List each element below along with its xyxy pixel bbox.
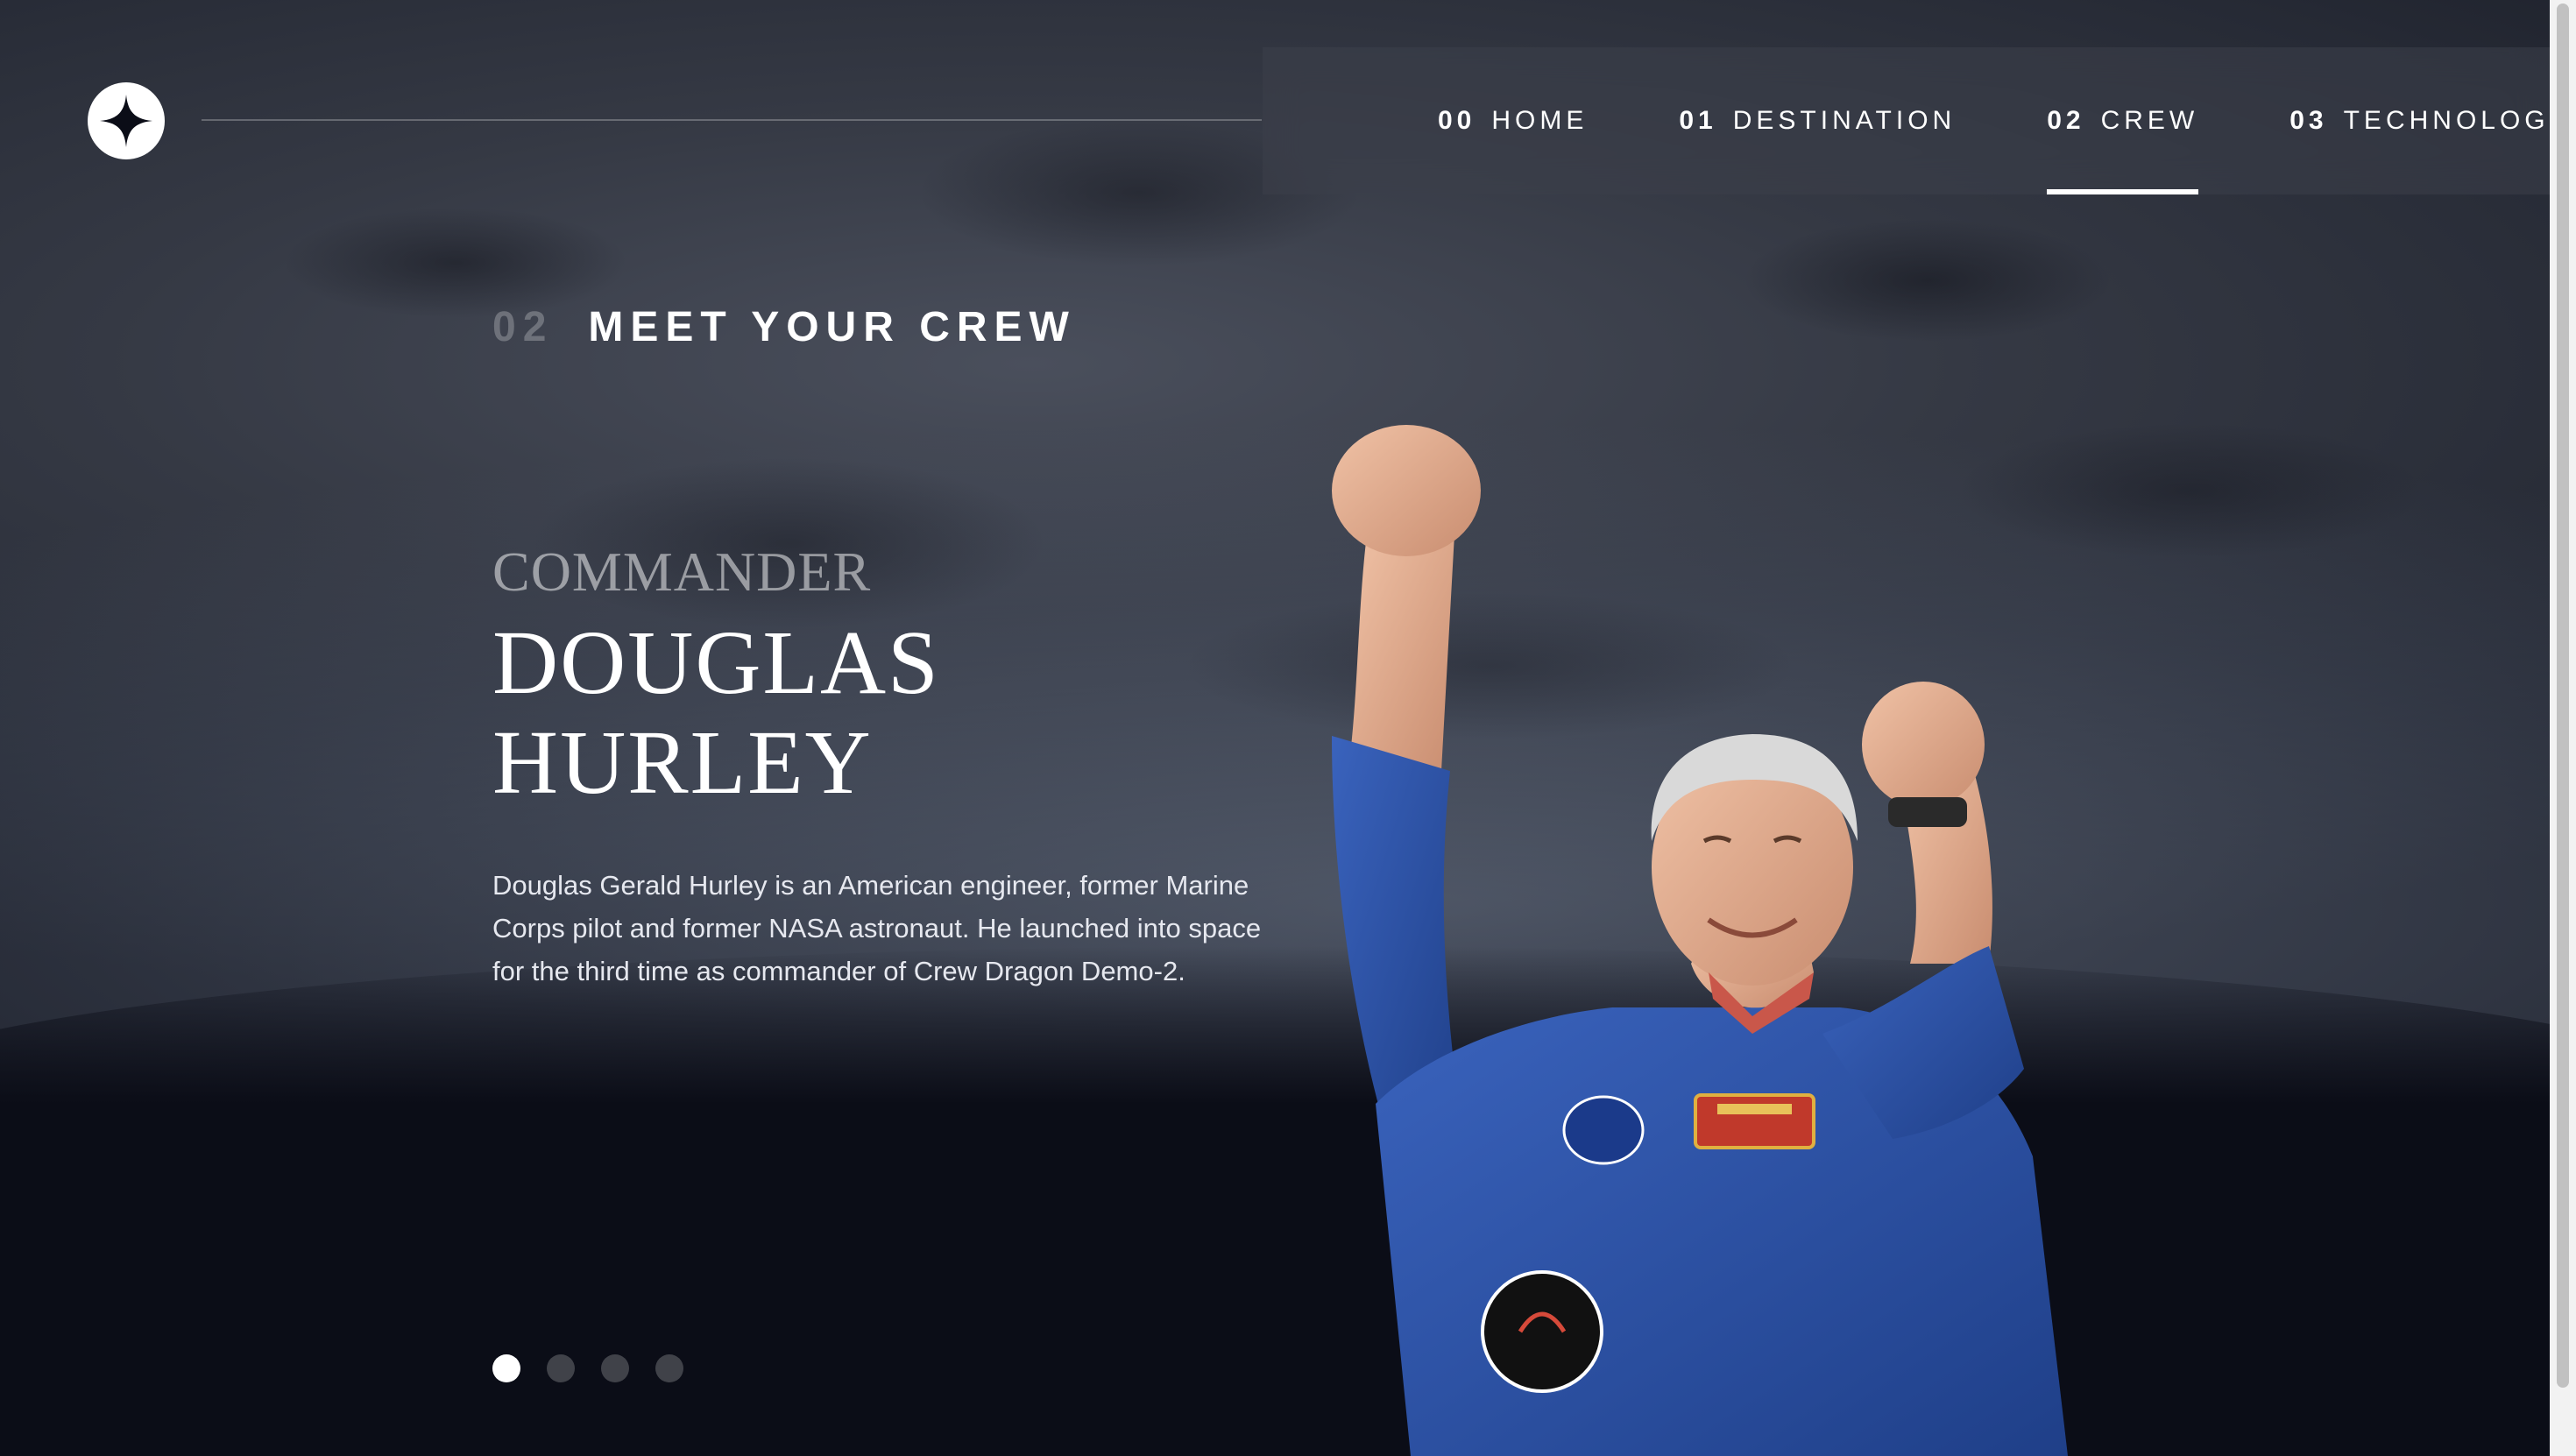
carousel-dot-3[interactable] — [601, 1354, 629, 1382]
crew-name-line1: DOUGLAS — [492, 612, 940, 713]
crew-bio: Douglas Gerald Hurley is an American eng… — [492, 870, 1262, 986]
crew-name: DOUGLAS HURLEY — [492, 613, 1281, 813]
nav-item-home[interactable]: 00 HOME — [1438, 47, 1588, 194]
nav-item-crew[interactable]: 02 CREW — [2047, 47, 2199, 194]
nav-item-label: TECHNOLOGY — [2343, 106, 2572, 135]
crew-role: COMMANDER — [492, 541, 872, 603]
vertical-scrollbar[interactable] — [2550, 0, 2576, 1456]
main-nav: 00 HOME 01 DESTINATION 02 CREW 03 TECHNO… — [1263, 47, 2567, 194]
nav-item-number: 02 — [2047, 106, 2085, 135]
nav-item-label: CREW — [2100, 106, 2199, 135]
logo-star-icon[interactable] — [88, 82, 165, 159]
header-divider — [202, 119, 1262, 121]
earth-horizon — [0, 946, 2576, 1456]
nav-item-label: DESTINATION — [1732, 106, 1957, 135]
nav-item-label: HOME — [1491, 106, 1589, 135]
nav-item-technology[interactable]: 03 TECHNOLOGY — [2289, 47, 2571, 194]
crew-page: 00 HOME 01 DESTINATION 02 CREW 03 TECHNO… — [0, 0, 2576, 1456]
crew-member-photo — [1332, 425, 2068, 1456]
carousel-dot-2[interactable] — [547, 1354, 575, 1382]
carousel-dot-4[interactable] — [655, 1354, 683, 1382]
nav-item-number: 03 — [2289, 106, 2328, 135]
crew-name-line2: HURLEY — [492, 712, 873, 813]
carousel-dot-1[interactable] — [492, 1354, 520, 1382]
crew-carousel-dots — [492, 1354, 683, 1382]
scrollbar-thumb[interactable] — [2557, 4, 2569, 1388]
page-eyebrow: 02 MEET YOUR CREW — [492, 303, 1076, 351]
nav-item-number: 00 — [1438, 106, 1476, 135]
eyebrow-title: MEET YOUR CREW — [588, 304, 1076, 350]
nav-item-destination[interactable]: 01 DESTINATION — [1679, 47, 1956, 194]
eyebrow-number: 02 — [492, 304, 554, 350]
nav-item-number: 01 — [1679, 106, 1717, 135]
